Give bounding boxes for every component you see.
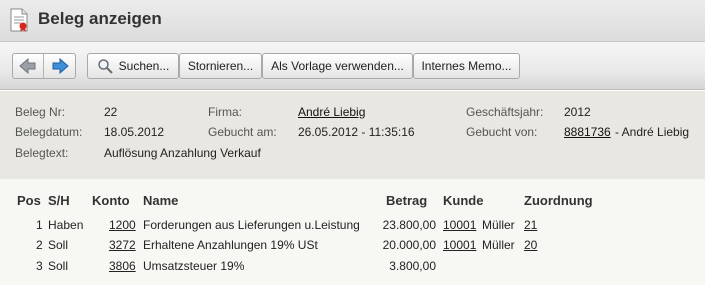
internal-memo-button[interactable]: Internes Memo... [413, 53, 520, 79]
beleg-nr-value: 22 [104, 105, 118, 119]
column-header-betrag: Betrag [386, 193, 428, 208]
firma-label: Firma: [208, 105, 242, 119]
row-konto-link[interactable]: 1200 [109, 218, 136, 232]
belegdatum-value: 18.05.2012 [104, 125, 165, 139]
row-kunde-link[interactable]: 10001 [443, 218, 476, 232]
title-bar: Beleg anzeigen [0, 0, 705, 42]
row-konto-link[interactable]: 3272 [109, 238, 136, 252]
row-konto-link[interactable]: 3806 [109, 259, 136, 273]
row-pos: 3 [36, 259, 43, 273]
gebucht-am-label: Gebucht am: [208, 125, 277, 139]
page-title: Beleg anzeigen [38, 9, 162, 28]
row-sh: Soll [48, 238, 69, 252]
row-betrag: 20.000,00 [382, 238, 436, 252]
row-betrag: 3.800,00 [389, 259, 436, 273]
belegdatum-label: Belegdatum: [15, 125, 83, 139]
gebucht-am-value: 26.05.2012 - 11:35:16 [298, 125, 415, 139]
column-header-sh: S/H [48, 193, 70, 208]
gebucht-von-label: Gebucht von: [466, 125, 538, 139]
row-name: Forderungen aus Lieferungen u.Leistung [143, 218, 360, 232]
arrow-left-icon [19, 58, 36, 74]
beleg-nr-label: Beleg Nr: [15, 105, 66, 119]
document-header: Beleg Nr: 22 Belegdatum: 18.05.2012 Bele… [0, 91, 705, 179]
column-header-zuordnung: Zuordnung [524, 193, 593, 208]
row-name: Erhaltene Anzahlungen 19% USt [143, 238, 318, 252]
use-as-template-button-label: Als Vorlage verwenden... [271, 59, 404, 73]
navigation-group [12, 53, 76, 79]
geschaeftsjahr-value: 2012 [564, 105, 591, 119]
magnifier-icon [97, 59, 113, 74]
toolbar: Suchen... Stornieren... Als Vorlage verw… [0, 42, 705, 90]
belegtext-label: Belegtext: [15, 146, 69, 160]
search-button[interactable]: Suchen... [87, 53, 179, 79]
cancel-button-label: Stornieren... [187, 59, 254, 73]
row-zuordnung-link[interactable]: 20 [524, 238, 537, 252]
column-header-konto: Konto [92, 193, 130, 208]
row-zuordnung-link[interactable]: 21 [524, 218, 537, 232]
back-button[interactable] [13, 54, 44, 78]
arrow-right-icon [52, 58, 69, 74]
internal-memo-button-label: Internes Memo... [421, 59, 512, 73]
geschaeftsjahr-label: Geschäftsjahr: [466, 105, 544, 119]
column-header-pos: Pos [17, 193, 41, 208]
booking-lines-table: Pos S/H Konto Name Betrag Kunde Zuordnun… [0, 179, 705, 285]
forward-button[interactable] [44, 54, 75, 78]
row-sh: Soll [48, 259, 69, 273]
cancel-button[interactable]: Stornieren... [179, 53, 262, 79]
search-button-label: Suchen... [118, 59, 170, 73]
row-kunde-name: Müller [482, 218, 515, 232]
column-header-kunde: Kunde [443, 193, 484, 208]
document-icon [9, 8, 29, 32]
column-header-name: Name [143, 193, 179, 208]
row-pos: 2 [36, 238, 43, 252]
gebucht-von-name: - André Liebig [615, 125, 690, 139]
row-name: Umsatzsteuer 19% [143, 259, 245, 273]
row-pos: 1 [36, 218, 43, 232]
row-betrag: 23.800,00 [382, 218, 436, 232]
gebucht-von-user-link[interactable]: 8881736 [564, 125, 611, 139]
firma-link[interactable]: André Liebig [298, 105, 365, 119]
row-sh: Haben [48, 218, 84, 232]
use-as-template-button[interactable]: Als Vorlage verwenden... [262, 53, 413, 79]
row-kunde-name: Müller [482, 238, 515, 252]
belegtext-value: Auflösung Anzahlung Verkauf [104, 146, 261, 160]
row-kunde-link[interactable]: 10001 [443, 238, 476, 252]
